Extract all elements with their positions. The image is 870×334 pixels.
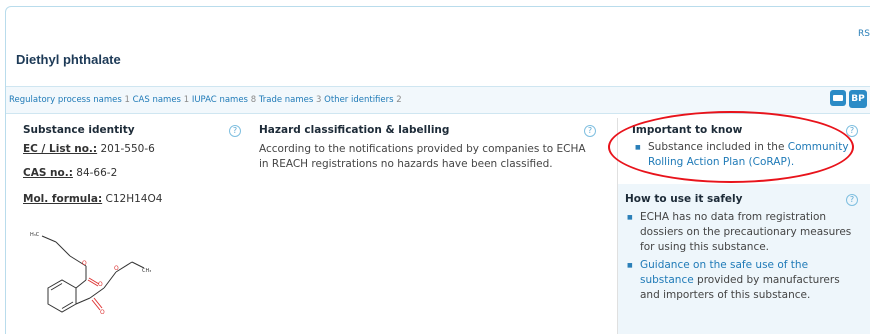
trade-names-count: 3 (316, 95, 322, 105)
identifiers-bar-icons: BP (830, 90, 867, 108)
oxygen-atom-label: O (100, 309, 105, 316)
cas-number-label[interactable]: CAS no.: (23, 167, 73, 179)
iupac-names-link[interactable]: IUPAC names (192, 95, 248, 105)
other-identifiers-link[interactable]: Other identifiers (324, 95, 393, 105)
mol-formula-value: C12H14O4 (105, 193, 163, 205)
mol-formula-field: Mol. formula: C12H14O4 (23, 193, 162, 205)
other-identifiers-count: 2 (396, 95, 402, 105)
safe-use-list: ECHA has no data from registration dossi… (626, 210, 862, 303)
print-icon[interactable] (830, 90, 846, 106)
ec-number-value: 201-550-6 (100, 143, 155, 155)
safe-use-help-icon[interactable]: ? (846, 194, 858, 206)
annotation-circle (608, 111, 854, 183)
page-title: Diethyl phthalate (16, 52, 121, 67)
oxygen-atom-label: O (114, 265, 119, 272)
list-item: ECHA has no data from registration dossi… (626, 210, 862, 255)
cas-names-count: 1 (183, 95, 190, 105)
list-item: Guidance on the safe use of the substanc… (626, 258, 862, 303)
molecular-structure-image: O O O O H₃C CH₃ (30, 232, 151, 316)
oxygen-atom-label: O (98, 281, 103, 288)
cas-number-value: 84-66-2 (76, 167, 118, 179)
ec-number-label[interactable]: EC / List no.: (23, 143, 97, 155)
iupac-names-count: 8 (250, 95, 257, 105)
cas-names-link[interactable]: CAS names (133, 95, 181, 105)
cas-number-field: CAS no.: 84-66-2 (23, 167, 117, 179)
substance-identity-heading: Substance identity (23, 124, 135, 136)
ec-number-field: EC / List no.: 201-550-6 (23, 143, 155, 155)
safe-use-heading: How to use it safely (625, 193, 743, 205)
regulatory-process-names-count: 1 (124, 95, 130, 105)
hazard-heading: Hazard classification & labelling (259, 124, 450, 136)
trade-names-link[interactable]: Trade names (259, 95, 314, 105)
methyl-group-label: CH₃ (142, 268, 151, 274)
rs-link[interactable]: RS (858, 29, 870, 39)
hazard-help-icon[interactable]: ? (584, 125, 596, 137)
methyl-group-label: H₃C (30, 232, 40, 238)
identifiers-links: Regulatory process names 1 CAS names 1 I… (9, 95, 402, 105)
hazard-text: According to the notifications provided … (259, 143, 586, 170)
oxygen-atom-label: O (82, 260, 87, 267)
regulatory-process-names-link[interactable]: Regulatory process names (9, 95, 122, 105)
mol-formula-label[interactable]: Mol. formula: (23, 193, 102, 205)
bp-icon[interactable]: BP (849, 90, 867, 108)
identity-help-icon[interactable]: ? (229, 125, 241, 137)
